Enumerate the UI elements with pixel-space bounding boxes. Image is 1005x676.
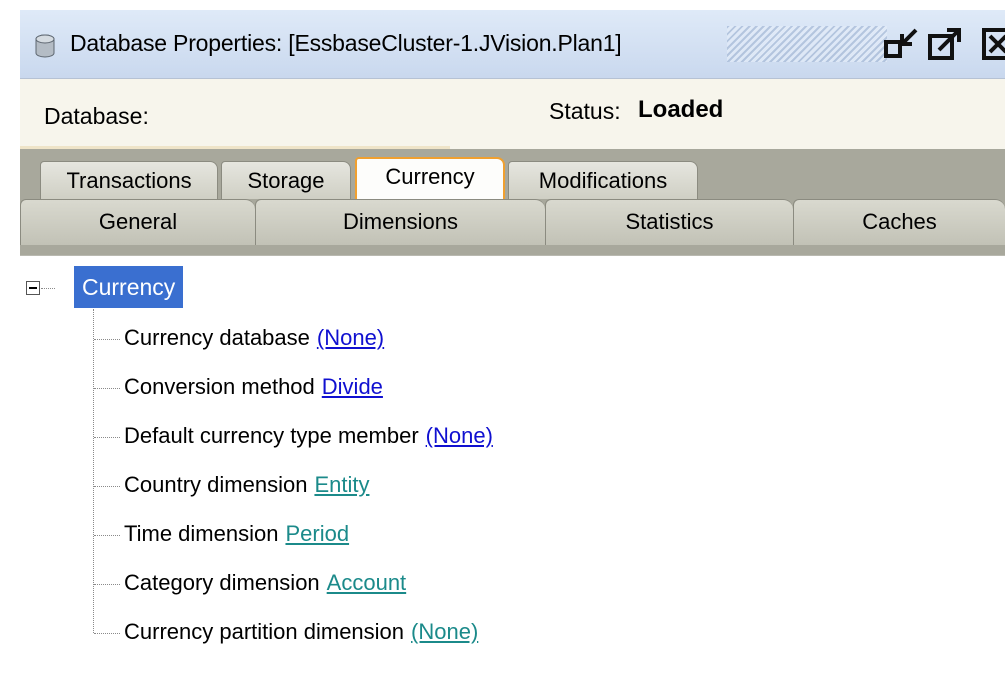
tab-general[interactable]: General — [20, 199, 255, 245]
tree-item-value-link[interactable]: Entity — [314, 472, 381, 497]
tab-caches[interactable]: Caches — [793, 199, 1005, 245]
database-label: Database: — [44, 103, 149, 129]
tree-item-label: Time dimension — [124, 521, 279, 546]
maximize-icon[interactable] — [925, 24, 965, 64]
tree-item-conversion-method: Conversion method Divide — [124, 373, 395, 401]
tree-item-value-link[interactable]: Divide — [322, 374, 395, 399]
tree-item-label: Currency database — [124, 325, 310, 350]
currency-panel — [20, 255, 1005, 676]
tree-connector — [94, 535, 120, 536]
database-icon — [35, 34, 55, 58]
tree-item-time-dimension: Time dimension Period — [124, 520, 361, 548]
tab-dimensions[interactable]: Dimensions — [255, 199, 545, 245]
status-label: Status: — [549, 98, 621, 124]
tab-modifications[interactable]: Modifications — [508, 161, 698, 199]
tree-item-currency-partition-dimension: Currency partition dimension (None) — [124, 618, 490, 646]
tree-item-value-link[interactable]: (None) — [317, 325, 396, 350]
status-value: Loaded — [638, 96, 724, 123]
tree-item-value-link[interactable]: Period — [285, 521, 361, 546]
tree-item-currency-database: Currency database (None) — [124, 324, 396, 352]
tree-connector — [41, 288, 55, 289]
tab-currency[interactable]: Currency — [355, 157, 505, 201]
info-bar — [20, 79, 1005, 149]
tree-connector — [94, 339, 120, 340]
tree-item-label: Currency partition dimension — [124, 619, 405, 644]
tab-transactions[interactable]: Transactions — [40, 161, 218, 199]
tree-connector — [94, 388, 120, 389]
tree-item-label: Conversion method — [124, 374, 315, 399]
tree-connector — [94, 584, 120, 585]
title-bar: Database Properties: [EssbaseCluster-1.J… — [20, 10, 1005, 79]
title-bar-grip — [727, 26, 887, 62]
tree-item-value-link[interactable]: Account — [327, 570, 419, 595]
tree-item-country-dimension: Country dimension Entity — [124, 471, 381, 499]
tree-item-value-link[interactable]: (None) — [411, 619, 490, 644]
tree-root-currency[interactable]: Currency — [74, 266, 184, 308]
tree-item-default-currency-type-member: Default currency type member (None) — [124, 422, 505, 450]
tab-storage[interactable]: Storage — [221, 161, 351, 199]
tree-connector — [94, 486, 120, 487]
tree-connector — [94, 437, 120, 438]
window-title: Database Properties: [EssbaseCluster-1.J… — [70, 30, 622, 56]
tree-item-category-dimension: Category dimension Account — [124, 569, 418, 597]
tab-statistics[interactable]: Statistics — [545, 199, 793, 245]
tree-item-label: Default currency type member — [124, 423, 419, 448]
collapse-icon[interactable] — [26, 281, 40, 295]
tree-item-label: Category dimension — [124, 570, 320, 595]
close-icon[interactable] — [980, 24, 1005, 64]
tree-connector — [94, 633, 120, 634]
tree-item-label: Country dimension — [124, 472, 308, 497]
minimize-icon[interactable] — [882, 24, 922, 64]
tree-item-value-link[interactable]: (None) — [426, 423, 505, 448]
